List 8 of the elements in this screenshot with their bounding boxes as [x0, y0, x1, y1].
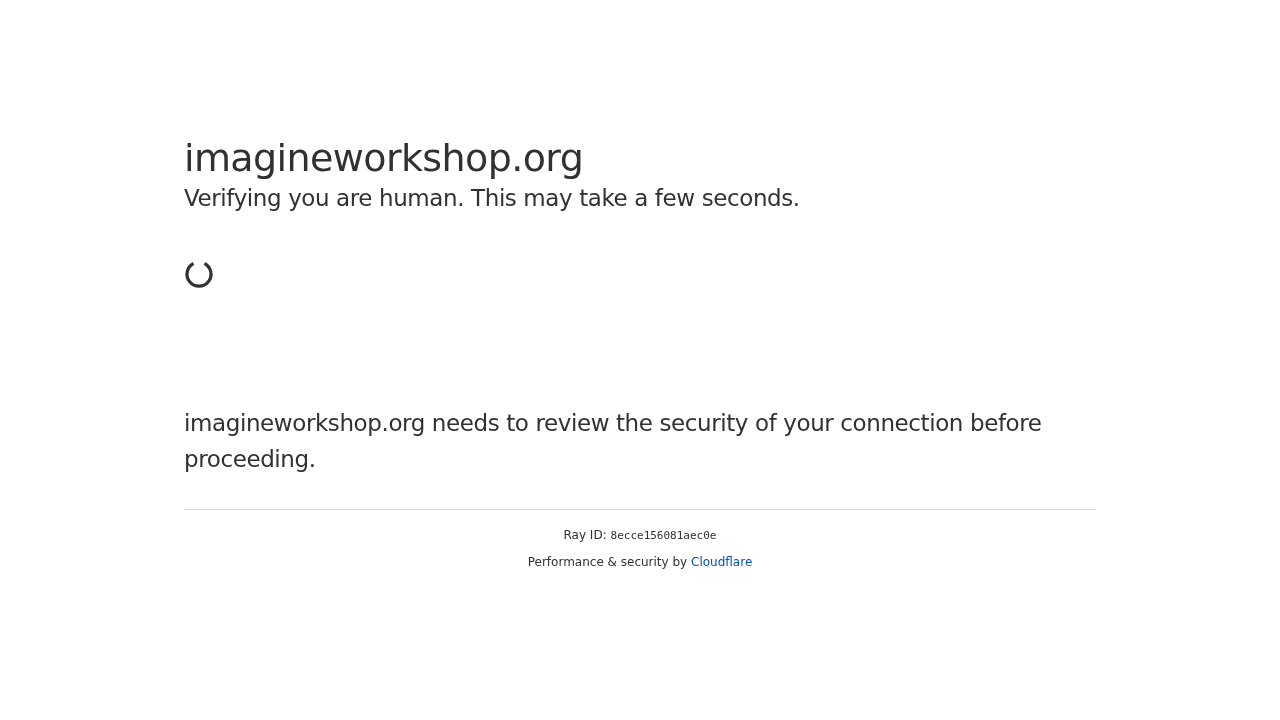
ray-id-value: 8ecce156081aec0e [610, 529, 717, 542]
ray-id-label: Ray ID: [563, 528, 607, 542]
loading-spinner-icon [184, 259, 214, 289]
verification-subheading: Verifying you are human. This may take a few seconds. [184, 184, 801, 213]
site-heading: imagineworkshop.org [184, 135, 585, 182]
security-message: imagineworkshop.org needs to review the security of your connection before proceeding. [184, 409, 1043, 474]
credit-text: Performance & security by Cloudflare [526, 554, 754, 570]
cloudflare-link[interactable]: Cloudflare [691, 555, 753, 569]
